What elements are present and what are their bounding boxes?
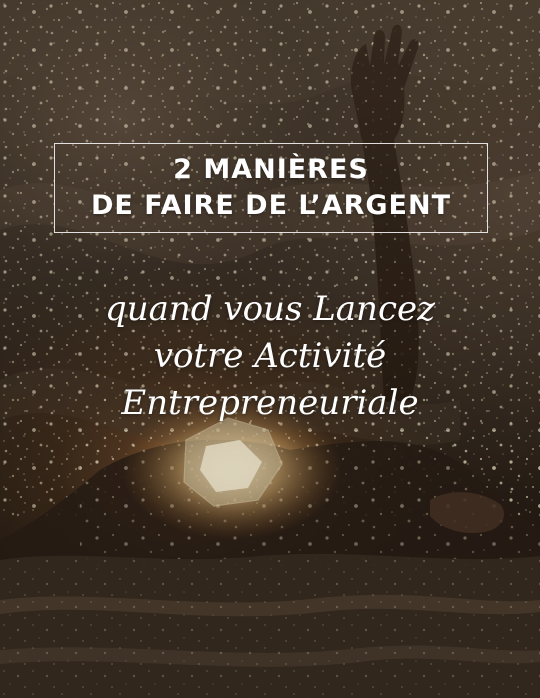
title-line-1: 2 MANIÈRES	[173, 154, 369, 185]
poster: 2 MANIÈRES DE FAIRE DE L’ARGENT quand vo…	[0, 0, 540, 698]
title-line-2: DE FAIRE DE L’ARGENT	[91, 190, 451, 221]
title-box: 2 MANIÈRES DE FAIRE DE L’ARGENT	[54, 143, 488, 233]
subtitle-line-1: quand vous Lancez	[104, 289, 436, 329]
subtitle-line-3: Entrepreneuriale	[121, 383, 419, 423]
subtitle: quand vous Lancez votre Activité Entrepr…	[0, 286, 540, 427]
subtitle-line-2: votre Activité	[153, 336, 387, 376]
